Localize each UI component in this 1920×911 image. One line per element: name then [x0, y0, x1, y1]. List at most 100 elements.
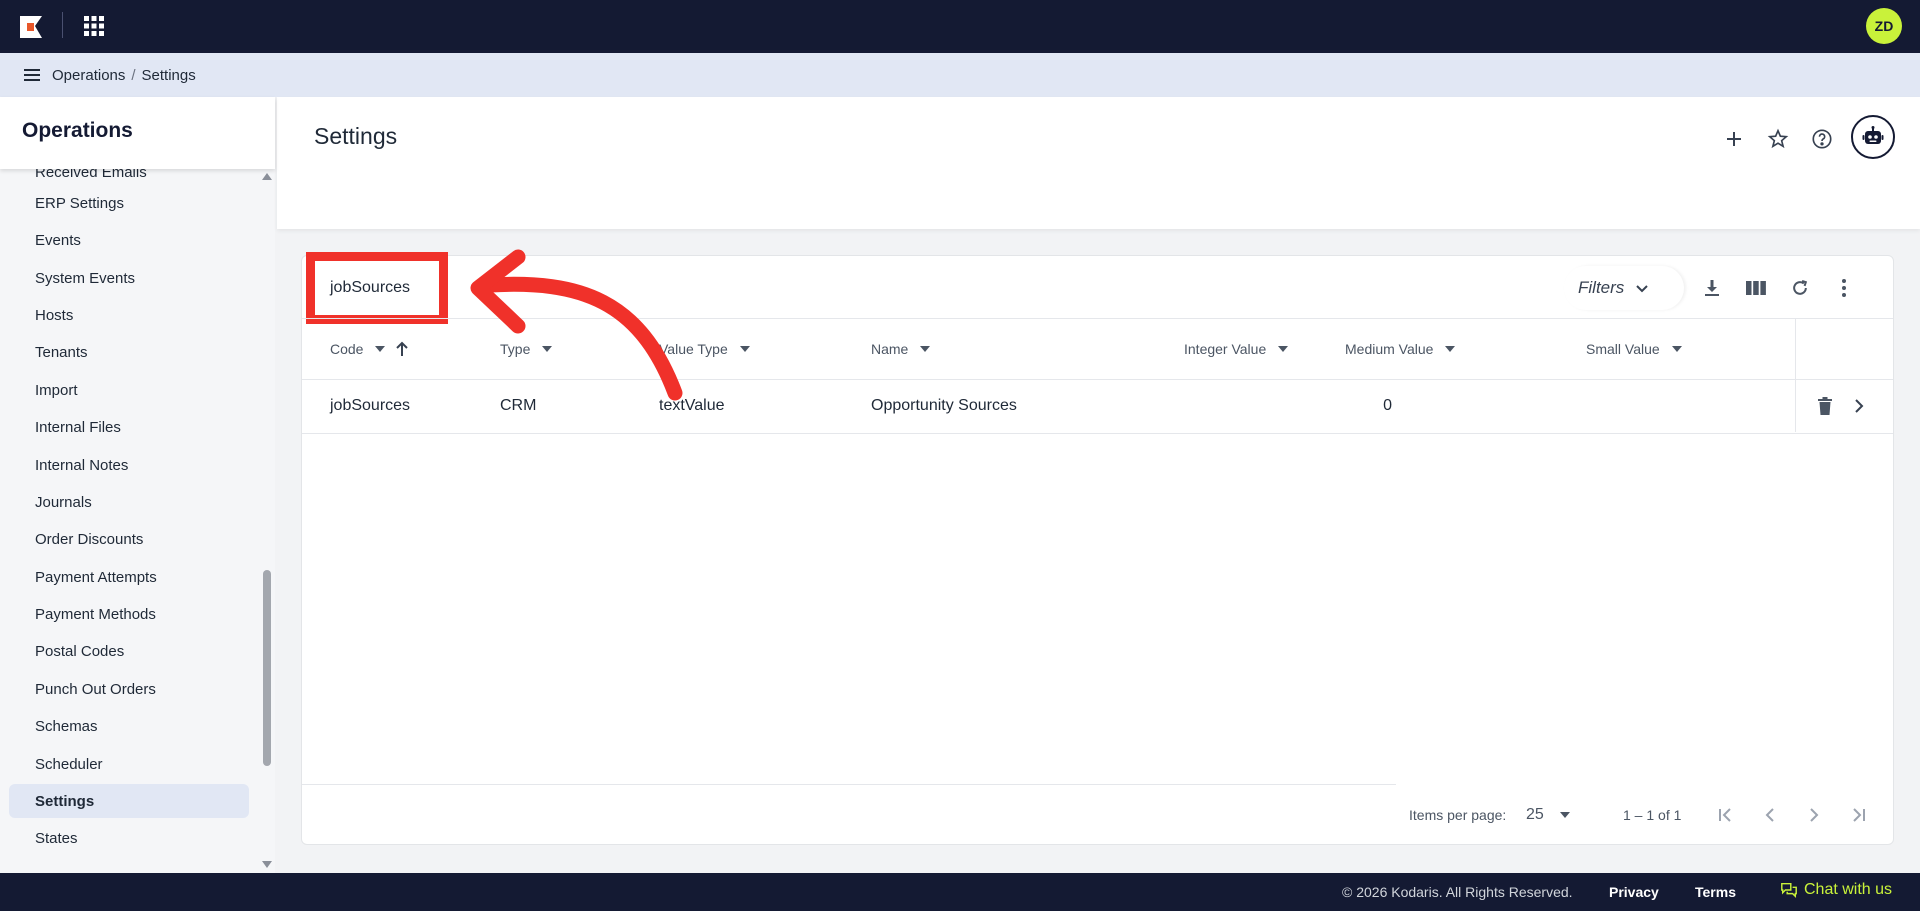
sidebar-scrollbar[interactable]	[262, 169, 272, 873]
column-header-label: Name	[871, 341, 909, 357]
download-button[interactable]	[1694, 270, 1730, 306]
chevron-right-icon	[1810, 808, 1819, 822]
column-header-type[interactable]: Type	[500, 319, 553, 379]
sidebar-item-system-events[interactable]: System Events	[9, 261, 249, 295]
refresh-icon	[1793, 279, 1808, 295]
last-page-icon	[1853, 808, 1865, 822]
caret-down-icon[interactable]	[739, 346, 750, 352]
page-header: Settings	[277, 97, 1920, 229]
footer: © 2026 Kodaris. All Rights Reserved. Pri…	[0, 873, 1920, 911]
filters-label: Filters	[1578, 278, 1625, 297]
caret-down-icon[interactable]	[1671, 346, 1682, 352]
apps-grid-icon[interactable]	[84, 16, 104, 36]
column-header-code[interactable]: Code	[330, 319, 409, 379]
sidebar-item-order-discounts[interactable]: Order Discounts	[9, 522, 249, 556]
sidebar-item-import[interactable]: Import	[9, 373, 249, 407]
sidebar-item-journals[interactable]: Journals	[9, 485, 249, 519]
filters-button[interactable]: Filters	[1564, 266, 1684, 310]
chat-icon	[1781, 882, 1797, 899]
columns-icon	[1746, 281, 1766, 295]
sidebar-item-postal-codes[interactable]: Postal Codes	[9, 634, 249, 668]
breadcrumb-operations[interactable]: Operations	[52, 67, 125, 84]
top-bar: ZD	[0, 0, 1920, 53]
topbar-divider	[62, 12, 63, 38]
column-header-integer-value[interactable]: Integer Value	[1184, 319, 1289, 379]
cell-code: jobSources	[330, 397, 411, 414]
more-options-button[interactable]	[1826, 270, 1862, 306]
sidebar-scroll-thumb[interactable]	[263, 570, 271, 766]
action-column-divider	[1795, 380, 1796, 432]
column-header-label: Medium Value	[1345, 341, 1434, 357]
star-icon	[1767, 128, 1789, 149]
first-page-button[interactable]	[1710, 799, 1742, 831]
page-title: Settings	[314, 123, 398, 149]
sidebar-item-internal-files[interactable]: Internal Files	[9, 410, 249, 444]
delete-row-button[interactable]	[1809, 390, 1841, 422]
paginator: Items per page: 25 1 – 1 of 1	[302, 785, 1893, 845]
sidebar-item-internal-notes[interactable]: Internal Notes	[9, 448, 249, 482]
help-button[interactable]	[1804, 121, 1840, 157]
sidebar-list: Received Emails ERP Settings Events Syst…	[0, 169, 262, 873]
breadcrumb-settings: Settings	[141, 66, 196, 84]
sidebar-item-events[interactable]: Events	[9, 223, 249, 257]
column-header-value-type[interactable]: Value Type	[659, 319, 750, 379]
user-avatar[interactable]: ZD	[1866, 8, 1902, 44]
sidebar-item-payment-attempts[interactable]: Payment Attempts	[9, 560, 249, 594]
sidebar-item-punch-out-orders[interactable]: Punch Out Orders	[9, 672, 249, 706]
sidebar-item-payment-methods[interactable]: Payment Methods	[9, 597, 249, 631]
assistant-button[interactable]	[1851, 115, 1895, 159]
first-page-icon	[1719, 808, 1731, 822]
terms-link[interactable]: Terms	[1695, 884, 1736, 900]
add-button[interactable]	[1716, 121, 1752, 157]
sidebar-item-hosts[interactable]: Hosts	[9, 298, 249, 332]
caret-down-icon[interactable]	[542, 346, 553, 352]
sidebar-item-schemas[interactable]: Schemas	[9, 709, 249, 743]
chat-label: Chat with us	[1804, 881, 1893, 898]
column-header-name[interactable]: Name	[871, 319, 931, 379]
menu-icon[interactable]	[22, 67, 42, 83]
sidebar-item-states[interactable]: States	[9, 821, 249, 855]
scroll-down-arrow-icon[interactable]	[262, 861, 272, 868]
sidebar-item-tenants[interactable]: Tenants	[9, 335, 249, 369]
columns-button[interactable]	[1738, 270, 1774, 306]
caret-down-icon[interactable]	[1278, 346, 1289, 352]
refresh-button[interactable]	[1782, 270, 1818, 306]
caret-down-icon[interactable]	[1445, 346, 1456, 352]
sidebar-item-erp-settings[interactable]: ERP Settings	[9, 186, 249, 220]
caret-down-icon[interactable]	[920, 346, 931, 352]
robot-icon	[1862, 126, 1884, 144]
chevron-down-icon	[1636, 285, 1648, 293]
breadcrumb: Operations / Settings	[0, 53, 1920, 97]
column-header-medium-value[interactable]: Medium Value	[1345, 319, 1456, 379]
next-page-button[interactable]	[1798, 799, 1830, 831]
column-header-label: Integer Value	[1184, 341, 1267, 357]
chat-button[interactable]: Chat with us	[1780, 881, 1892, 899]
caret-down-icon	[1559, 812, 1570, 818]
scroll-up-arrow-icon[interactable]	[262, 173, 272, 180]
chevron-left-icon	[1765, 808, 1774, 822]
cell-name: Opportunity Sources	[871, 397, 1017, 414]
caret-down-icon[interactable]	[375, 346, 386, 352]
table-row[interactable]: jobSources CRM textValue Opportunity Sou…	[302, 380, 1893, 434]
favorite-button[interactable]	[1760, 121, 1796, 157]
last-page-button[interactable]	[1842, 799, 1874, 831]
page-size-select[interactable]: 25	[1524, 799, 1574, 831]
cell-type: CRM	[500, 397, 537, 414]
column-header-small-value[interactable]: Small Value	[1586, 319, 1682, 379]
items-per-page-label: Items per page:	[1409, 807, 1507, 823]
sort-ascending-icon[interactable]	[395, 341, 409, 357]
search-input[interactable]: jobSources	[306, 252, 448, 324]
column-header-label: Small Value	[1586, 341, 1660, 357]
page-range-label: 1 – 1 of 1	[1623, 807, 1682, 823]
copyright-text: © 2026 Kodaris. All Rights Reserved.	[1342, 884, 1573, 900]
kodaris-logo-icon[interactable]	[18, 14, 44, 40]
column-header-label: Value Type	[659, 341, 728, 357]
privacy-link[interactable]: Privacy	[1609, 884, 1659, 900]
settings-table-card: jobSources Filters Code Type Value Type …	[301, 252, 1894, 845]
previous-page-button[interactable]	[1754, 799, 1786, 831]
open-row-button[interactable]	[1843, 390, 1875, 422]
sidebar-item-settings[interactable]: Settings	[9, 784, 249, 818]
column-header-label: Code	[330, 341, 364, 357]
column-header-label: Type	[500, 341, 531, 357]
sidebar-item-scheduler[interactable]: Scheduler	[9, 747, 249, 781]
